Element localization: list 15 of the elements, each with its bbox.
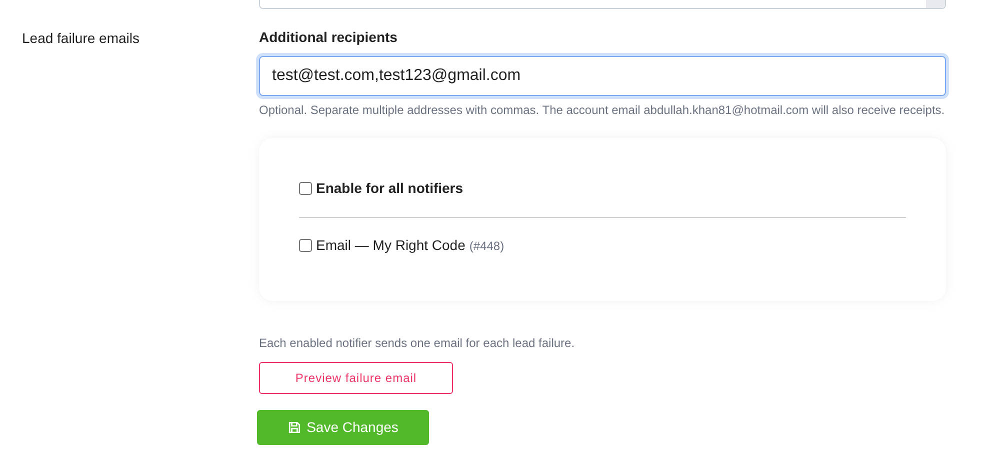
section-label: Lead failure emails [22, 29, 141, 48]
checkbox-label: Email — My Right Code [316, 236, 466, 255]
save-button[interactable]: Save Changes [257, 410, 429, 445]
checkbox[interactable] [299, 182, 312, 195]
checkbox-label: Enable for all notifiers [316, 179, 464, 198]
input-field[interactable] [259, 0, 946, 9]
preview-button[interactable]: Preview failure email [259, 362, 453, 394]
save-icon [288, 421, 301, 434]
field-addon[interactable] [926, 0, 945, 8]
field-label: Additional recipients [259, 28, 398, 47]
notifier-id: (#448) [469, 238, 504, 254]
help-text: Optional. Separate multiple addresses with commas. The account email abdullah.khan81@hotmail.com will also receive receipts. [259, 102, 946, 119]
note-text: Each enabled notifier sends one email for each lead failure. [259, 335, 576, 352]
checkbox[interactable] [299, 239, 312, 252]
input-field[interactable]: test@test.com,test123@gmail.com [259, 56, 946, 96]
